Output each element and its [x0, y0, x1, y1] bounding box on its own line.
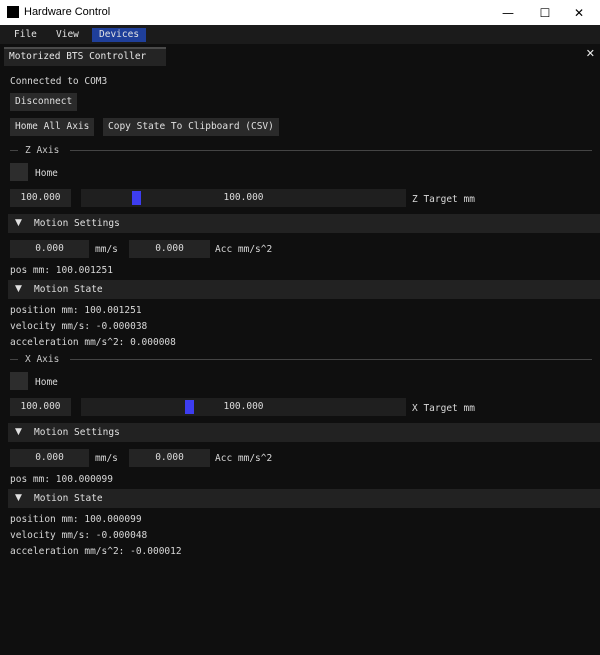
menu-bar: File View Devices: [0, 25, 600, 44]
x-motion-state-header[interactable]: ▼ Motion State: [8, 489, 600, 508]
z-target-slider[interactable]: 100.000: [81, 189, 406, 207]
tab-motorized-bts-controller[interactable]: Motorized BTS Controller: [4, 47, 166, 66]
menu-devices[interactable]: Devices: [92, 28, 147, 42]
z-motion-state-header[interactable]: ▼ Motion State: [8, 280, 600, 299]
z-axis-separator-right: [70, 150, 592, 151]
tab-bar: Motorized BTS Controller ✕: [0, 44, 600, 66]
x-velocity-readout: velocity mm/s: -0.000048: [10, 530, 148, 541]
x-acceleration-readout: acceleration mm/s^2: -0.000012: [10, 546, 182, 557]
copy-state-button[interactable]: Copy State To Clipboard (CSV): [103, 118, 279, 136]
z-pos-readout: pos mm: 100.001251: [10, 265, 113, 276]
window-titlebar: Hardware Control — ☐ ✕: [0, 0, 600, 25]
x-target-slider[interactable]: 100.000: [81, 398, 406, 416]
x-motion-state-label: Motion State: [34, 493, 103, 504]
z-home-checkbox[interactable]: [10, 163, 28, 181]
collapse-arrow-icon: ▼: [15, 284, 22, 294]
z-axis-separator-left: [10, 150, 18, 151]
x-acc-unit: Acc mm/s^2: [215, 453, 273, 464]
app-icon: [7, 6, 19, 18]
disconnect-button[interactable]: Disconnect: [10, 93, 78, 111]
x-velocity-input[interactable]: 0.000: [10, 449, 89, 467]
collapse-arrow-icon: ▼: [15, 493, 22, 503]
menu-view[interactable]: View: [49, 28, 86, 42]
z-position-readout: position mm: 100.001251: [10, 305, 142, 316]
z-acceleration-readout: acceleration mm/s^2: 0.000008: [10, 337, 176, 348]
tab-close-icon[interactable]: ✕: [586, 47, 595, 60]
x-position-readout: position mm: 100.000099: [10, 514, 142, 525]
x-motion-settings-header[interactable]: ▼ Motion Settings: [8, 423, 600, 442]
z-axis-title: Z Axis: [25, 145, 60, 156]
z-motion-settings-header[interactable]: ▼ Motion Settings: [8, 214, 600, 233]
x-axis-title: X Axis: [25, 354, 60, 365]
x-axis-separator-left: [10, 359, 18, 360]
x-home-label: Home: [35, 377, 58, 388]
z-acc-input[interactable]: 0.000: [129, 240, 210, 258]
close-window-button[interactable]: ✕: [556, 0, 600, 25]
x-acc-input[interactable]: 0.000: [129, 449, 210, 467]
z-slider-value: 100.000: [223, 192, 264, 203]
x-pos-readout: pos mm: 100.000099: [10, 474, 113, 485]
x-home-checkbox[interactable]: [10, 372, 28, 390]
window-title: Hardware Control: [24, 6, 111, 18]
z-velocity-unit: mm/s: [95, 244, 118, 255]
home-all-axis-button[interactable]: Home All Axis: [10, 118, 95, 136]
z-velocity-input[interactable]: 0.000: [10, 240, 89, 258]
z-target-input[interactable]: 100.000: [10, 189, 71, 207]
z-acc-unit: Acc mm/s^2: [215, 244, 273, 255]
x-target-input[interactable]: 100.000: [10, 398, 71, 416]
collapse-arrow-icon: ▼: [15, 427, 22, 437]
z-motion-state-label: Motion State: [34, 284, 103, 295]
x-velocity-unit: mm/s: [95, 453, 118, 464]
x-slider-value: 100.000: [223, 401, 264, 412]
menu-file[interactable]: File: [7, 28, 44, 42]
x-motion-settings-label: Motion Settings: [34, 427, 120, 438]
x-target-label: X Target mm: [412, 403, 475, 414]
x-axis-separator-right: [70, 359, 592, 360]
z-home-label: Home: [35, 168, 58, 179]
collapse-arrow-icon: ▼: [15, 218, 22, 228]
z-target-label: Z Target mm: [412, 194, 475, 205]
connection-status: Connected to COM3: [10, 76, 108, 87]
z-velocity-readout: velocity mm/s: -0.000038: [10, 321, 148, 332]
z-motion-settings-label: Motion Settings: [34, 218, 120, 229]
